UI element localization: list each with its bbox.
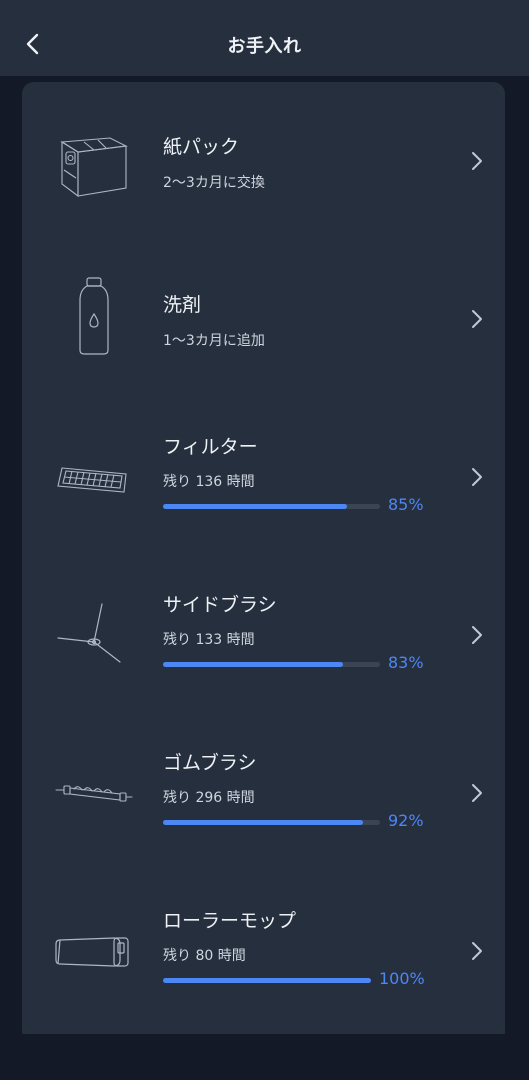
progress-bar: [163, 978, 371, 983]
item-subtitle: 残り 133 時間: [163, 632, 255, 648]
detergent-bottle-icon: [79, 277, 109, 355]
progress-fill: [163, 978, 371, 983]
progress-percent: 85%: [388, 495, 424, 514]
item-subtitle: 残り 80 時間: [163, 948, 246, 964]
list-item-detergent[interactable]: 洗剤 1～3カ月に追加: [22, 240, 505, 390]
item-title: 紙パック: [163, 136, 240, 158]
chevron-right-icon: [472, 468, 482, 486]
progress-fill: [163, 504, 348, 509]
chevron-right-icon: [472, 310, 482, 328]
progress-bar: [163, 662, 380, 667]
roller-mop-icon: [55, 937, 129, 967]
progress-fill: [163, 820, 363, 825]
list-item-filter[interactable]: フィルター 残り 136 時間 85%: [22, 398, 505, 548]
side-brush-icon: [57, 603, 121, 663]
progress-percent: 83%: [388, 653, 424, 672]
item-subtitle: 残り 136 時間: [163, 474, 255, 490]
item-subtitle: 1～3カ月に追加: [163, 333, 265, 349]
item-title: 洗剤: [163, 294, 202, 316]
item-title: ローラーモップ: [163, 910, 297, 932]
progress-bar: [163, 504, 380, 509]
page-title: お手入れ: [227, 36, 302, 57]
progress-percent: 100%: [379, 969, 425, 988]
item-subtitle: 2～3カ月に交換: [163, 175, 265, 191]
chevron-right-icon: [472, 626, 482, 644]
progress-percent: 92%: [388, 811, 424, 830]
list-item-side-brush[interactable]: サイドブラシ 残り 133 時間 83%: [22, 556, 505, 706]
maintenance-list: 紙パック 2～3カ月に交換 洗剤 1～3カ月に追加 フィルター 残り 136 時…: [22, 82, 505, 1034]
item-title: ゴムブラシ: [163, 752, 257, 774]
item-subtitle: 残り 296 時間: [163, 790, 255, 806]
app-header: お手入れ: [0, 0, 529, 76]
paper-bag-icon: [60, 137, 128, 198]
filter-icon: [57, 467, 127, 493]
list-item-rubber-brush[interactable]: ゴムブラシ 残り 296 時間 92%: [22, 714, 505, 864]
item-title: フィルター: [163, 436, 258, 458]
progress-fill: [163, 662, 344, 667]
chevron-right-icon: [472, 784, 482, 802]
list-item-paper-bag[interactable]: 紙パック 2～3カ月に交換: [22, 82, 505, 232]
chevron-right-icon: [472, 152, 482, 170]
item-title: サイドブラシ: [163, 594, 277, 616]
progress-bar: [163, 820, 380, 825]
chevron-right-icon: [472, 942, 482, 960]
list-item-roller-mop[interactable]: ローラーモップ 残り 80 時間 100%: [22, 872, 505, 1022]
rubber-brush-icon: [55, 785, 133, 802]
